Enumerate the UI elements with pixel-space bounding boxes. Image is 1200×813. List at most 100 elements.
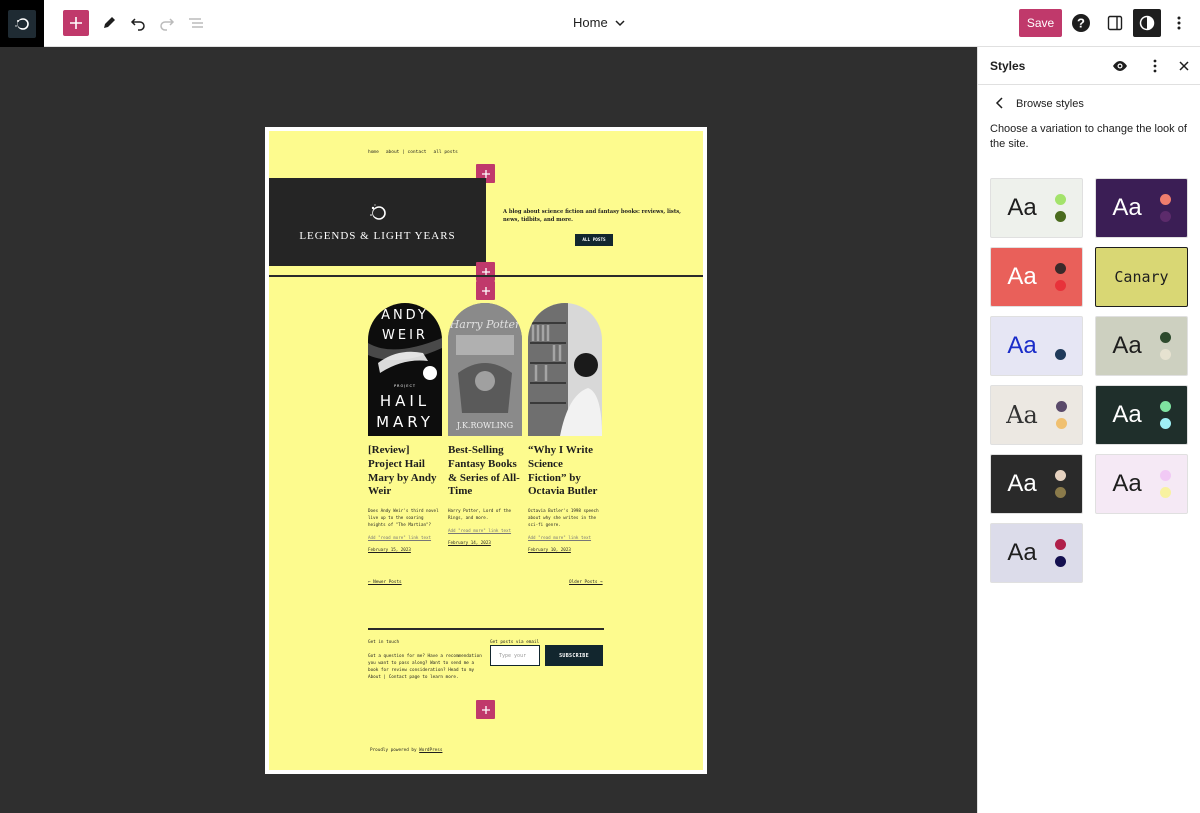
post-date[interactable]: February 15, 2023	[368, 547, 442, 552]
palette-color-swatch	[1054, 332, 1066, 343]
post-featured-image[interactable]: ANDY WEIR PROJECT HAIL MARY	[368, 303, 442, 436]
nav-link-about-contact[interactable]: about | contact	[386, 150, 427, 155]
style-variation-tile[interactable]: Aa	[990, 178, 1083, 238]
style-book-button[interactable]	[1112, 58, 1128, 74]
back-button[interactable]	[993, 96, 1007, 115]
post-date[interactable]: February 14, 2023	[448, 540, 522, 545]
palette-color-swatch	[1054, 194, 1066, 205]
post-featured-image[interactable]: Harry Potter J.K.ROWLING	[448, 303, 522, 436]
palette-color-swatch	[1159, 470, 1171, 481]
powered-by: Proudly powered by WordPress	[370, 748, 442, 753]
style-variation-palette	[1054, 263, 1066, 291]
site-header-banner: LEGENDS & LIGHT YEARS	[269, 178, 486, 266]
site-logo-icon	[369, 204, 386, 220]
post-card: ANDY WEIR PROJECT HAIL MARY [Review] Pro…	[368, 303, 442, 552]
document-title-dropdown[interactable]: Home	[573, 15, 626, 30]
cover-hail: HAIL	[380, 392, 430, 410]
block-inserter-button[interactable]	[63, 10, 89, 36]
post-title[interactable]: [Review] Project Hail Mary by Andy Weir	[368, 444, 442, 499]
post-date[interactable]: February 10, 2023	[528, 547, 602, 552]
style-variation-tile[interactable]: Aa	[990, 247, 1083, 307]
help-icon: ?	[1072, 14, 1090, 32]
palette-color-swatch	[1054, 556, 1066, 567]
post-featured-image[interactable]	[528, 303, 602, 436]
help-button[interactable]: ?	[1068, 10, 1094, 36]
post-title[interactable]: “Why I Write Science Fiction” by Octavia…	[528, 444, 602, 499]
powered-prefix: Proudly powered by	[370, 748, 420, 753]
palette-color-swatch	[1054, 470, 1066, 481]
browse-styles-heading: Browse styles	[1016, 98, 1084, 110]
nav-link-all-posts[interactable]: all posts	[433, 150, 457, 155]
save-button[interactable]: Save	[1019, 9, 1062, 37]
nav-link-home[interactable]: home	[368, 150, 379, 155]
style-variation-tile[interactable]: Aa	[990, 523, 1083, 583]
site-icon-button[interactable]	[0, 0, 44, 47]
more-vertical-icon	[1153, 59, 1157, 73]
style-variation-tile[interactable]: Canary	[1095, 247, 1188, 307]
list-view-icon	[189, 18, 203, 28]
eye-icon	[1113, 61, 1127, 71]
style-variation-tile[interactable]: Aa	[1095, 178, 1188, 238]
post-title[interactable]: Best-Selling Fantasy Books & Series of A…	[448, 444, 522, 499]
site-logo-icon	[8, 9, 36, 38]
pencil-icon	[104, 17, 115, 28]
block-insert-button[interactable]	[476, 281, 495, 300]
palette-color-swatch	[1159, 487, 1171, 498]
palette-color-swatch	[1054, 487, 1066, 498]
style-variation-tile[interactable]: Aa	[990, 316, 1083, 376]
undo-button[interactable]	[125, 10, 151, 36]
document-title: Home	[573, 15, 608, 30]
top-toolbar: Home Save ?	[0, 0, 1200, 47]
sidebar-toggle-icon	[1107, 15, 1123, 31]
style-variation-tile[interactable]: Aa	[1095, 454, 1188, 514]
read-more-link[interactable]: Add "read more" link text	[528, 535, 602, 540]
styles-button[interactable]	[1133, 9, 1161, 37]
wordpress-link[interactable]: WordPress	[419, 748, 442, 753]
style-variation-sample: Aa	[1112, 332, 1142, 359]
edit-tool-button[interactable]	[96, 10, 122, 36]
email-input[interactable]: Type your	[490, 645, 540, 666]
svg-text:?: ?	[1077, 16, 1085, 31]
contact-text: Got a question for me? Have a recommenda…	[368, 654, 482, 681]
chevron-down-icon	[615, 19, 625, 26]
newer-posts-link[interactable]: ← Newer Posts	[368, 580, 402, 585]
sidebar-options-button[interactable]	[1147, 58, 1163, 74]
site-preview: home about | contact all posts LEGENDS &…	[269, 131, 703, 770]
redo-button[interactable]	[154, 10, 180, 36]
style-variation-tile[interactable]: Aa	[1095, 385, 1188, 445]
style-variation-tile[interactable]: Aa	[1095, 316, 1188, 376]
list-view-button[interactable]	[183, 10, 209, 36]
browse-styles-description: Choose a variation to change the look of…	[990, 123, 1187, 151]
style-variation-tile[interactable]: Aa	[990, 385, 1083, 445]
older-posts-link[interactable]: Older Posts →	[569, 580, 603, 585]
cover-mary: MARY	[376, 413, 434, 431]
palette-color-swatch	[1159, 401, 1171, 412]
separator	[269, 275, 703, 277]
palette-color-swatch	[1159, 349, 1171, 360]
editor-canvas[interactable]: home about | contact all posts LEGENDS &…	[265, 127, 707, 774]
settings-sidebar-button[interactable]	[1102, 10, 1128, 36]
read-more-link[interactable]: Add "read more" link text	[368, 535, 442, 540]
options-menu-button[interactable]	[1166, 10, 1192, 36]
redo-icon	[160, 18, 175, 31]
style-variation-palette	[1054, 470, 1066, 498]
plus-icon	[481, 169, 490, 178]
chevron-left-icon	[995, 97, 1003, 109]
style-variation-sample: Aa	[1112, 194, 1142, 221]
read-more-link[interactable]: Add "read more" link text	[448, 528, 522, 533]
plus-icon	[70, 17, 82, 29]
close-sidebar-button[interactable]	[1176, 58, 1192, 74]
all-posts-button[interactable]: ALL POSTS	[575, 234, 613, 246]
block-insert-button[interactable]	[476, 700, 495, 719]
style-variation-sample: Aa	[1007, 332, 1037, 359]
plus-icon	[481, 705, 490, 714]
palette-color-swatch	[1054, 263, 1066, 274]
style-variation-label: Canary	[1114, 268, 1169, 286]
block-insert-button[interactable]	[476, 262, 495, 281]
palette-color-swatch	[1159, 211, 1171, 222]
subscribe-button[interactable]: SUBSCRIBE	[545, 645, 603, 666]
contrast-icon	[1139, 15, 1155, 31]
style-variation-tile[interactable]: Aa	[990, 454, 1083, 514]
close-icon	[1179, 61, 1189, 71]
site-navigation: home about | contact all posts	[368, 150, 458, 155]
